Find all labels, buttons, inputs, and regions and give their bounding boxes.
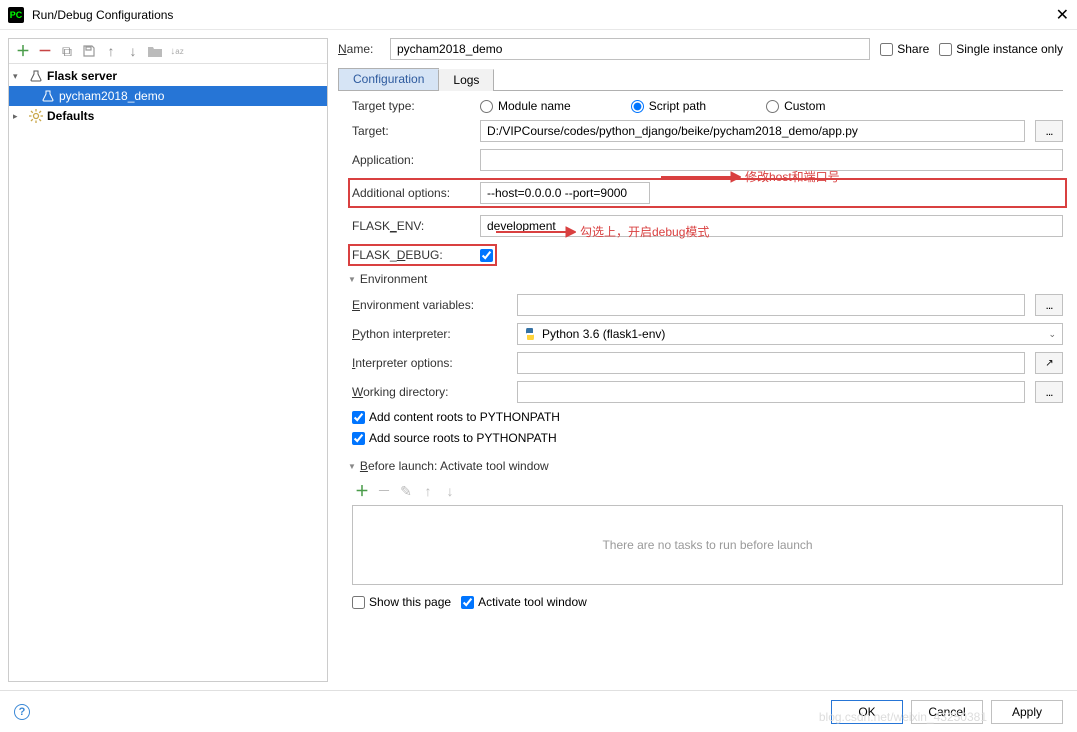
application-label: Application:: [352, 153, 470, 167]
remove-task-icon: －: [376, 483, 392, 499]
config-tree: ▾ Flask server pycham2018_demo ▸ Default…: [9, 64, 327, 681]
chevron-down-icon: ⌄: [1048, 329, 1056, 340]
flask-debug-label: FLASK_DEBUG:: [352, 248, 470, 262]
add-content-roots-checkbox[interactable]: Add content roots to PYTHONPATH: [352, 410, 560, 424]
apply-button[interactable]: Apply: [991, 700, 1063, 724]
tree-node-defaults[interactable]: ▸ Defaults: [9, 106, 327, 126]
show-this-page-checkbox[interactable]: Show this page: [352, 595, 451, 609]
tree-toolbar: ＋ － ⧉ ↑ ↓ ↓az: [9, 39, 327, 64]
radio-custom[interactable]: Custom: [766, 99, 825, 113]
window-title: Run/Debug Configurations: [32, 8, 1056, 22]
python-icon: [524, 328, 536, 340]
close-icon[interactable]: ✕: [1056, 5, 1069, 25]
collapse-icon[interactable]: ▾: [13, 71, 25, 82]
env-vars-input[interactable]: [517, 294, 1025, 316]
help-icon[interactable]: ?: [14, 704, 30, 720]
target-label: Target:: [352, 124, 470, 138]
tab-bar: Configuration Logs: [338, 68, 1063, 91]
tree-node-flask-server[interactable]: ▾ Flask server: [9, 66, 327, 86]
collapse-icon: ▼: [348, 275, 356, 284]
activate-tool-window-checkbox[interactable]: Activate tool window: [461, 595, 587, 609]
before-launch-toolbar: ＋ － ✎ ↑ ↓: [352, 481, 1063, 505]
tree-label: Defaults: [47, 109, 94, 123]
single-instance-checkbox[interactable]: Single instance only: [939, 42, 1063, 56]
annotation-host-port: 修改host和端口号: [661, 168, 840, 185]
flask-icon: [41, 90, 55, 102]
python-interpreter-combo[interactable]: Python 3.6 (flask1-env) ⌄: [517, 323, 1063, 345]
expand-icon[interactable]: ▸: [13, 111, 25, 122]
py-interp-label: Python interpreter:: [352, 327, 507, 341]
annotation-debug-mode: 勾选上，开启debug模式: [496, 223, 709, 240]
save-config-icon[interactable]: [81, 43, 97, 59]
before-launch-section-header[interactable]: ▼ Before launch: Activate tool window: [348, 459, 1063, 473]
tree-label: Flask server: [47, 69, 117, 83]
remove-config-icon[interactable]: －: [37, 43, 53, 59]
dialog-footer: ? blog.csdn.net/weixin_43250381 OK Cance…: [0, 690, 1077, 732]
before-launch-tasks-list: There are no tasks to run before launch: [352, 505, 1063, 585]
flask-debug-checkbox[interactable]: [480, 249, 493, 262]
workdir-input[interactable]: [517, 381, 1025, 403]
cancel-button[interactable]: Cancel: [911, 700, 983, 724]
move-up-icon[interactable]: ↑: [103, 43, 119, 59]
move-task-up-icon: ↑: [420, 483, 436, 499]
additional-options-input[interactable]: [480, 182, 650, 204]
gear-icon: [29, 109, 43, 123]
name-input[interactable]: [390, 38, 870, 60]
additional-options-label: Additional options:: [352, 186, 470, 200]
no-tasks-text: There are no tasks to run before launch: [602, 538, 812, 552]
edit-task-icon: ✎: [398, 483, 414, 499]
interp-opts-input[interactable]: [517, 352, 1025, 374]
configurations-tree-panel: ＋ － ⧉ ↑ ↓ ↓az ▾ Flask server: [8, 38, 328, 682]
radio-module-name[interactable]: Module name: [480, 99, 571, 113]
workdir-label: Working directory:: [352, 385, 507, 399]
interp-opts-label: Interpreter options:: [352, 356, 507, 370]
flask-icon: [29, 70, 43, 82]
share-checkbox[interactable]: Share: [880, 42, 929, 56]
highlight-flask-debug: FLASK_DEBUG:: [348, 244, 497, 266]
tree-node-config[interactable]: pycham2018_demo: [9, 86, 327, 106]
target-type-label: Target type:: [352, 99, 470, 113]
radio-script-path[interactable]: Script path: [631, 99, 706, 113]
target-input[interactable]: [480, 120, 1025, 142]
collapse-icon: ▼: [348, 462, 356, 471]
sort-icon[interactable]: ↓az: [169, 43, 185, 59]
tab-logs[interactable]: Logs: [438, 69, 494, 91]
tree-label: pycham2018_demo: [59, 89, 164, 103]
move-task-down-icon: ↓: [442, 483, 458, 499]
ok-button[interactable]: OK: [831, 700, 903, 724]
environment-section-header[interactable]: ▼ Environment: [348, 272, 1063, 286]
config-form: Name: Share Single instance only Configu…: [336, 30, 1077, 690]
browse-target-button[interactable]: ...: [1035, 120, 1063, 142]
flask-env-label: FLASK_ENV:: [352, 219, 470, 233]
copy-config-icon[interactable]: ⧉: [59, 43, 75, 59]
browse-workdir-button[interactable]: ...: [1035, 381, 1063, 403]
expand-interp-opts-button[interactable]: ↗: [1035, 352, 1063, 374]
env-vars-label: Environment variables:: [352, 298, 507, 312]
add-source-roots-checkbox[interactable]: Add source roots to PYTHONPATH: [352, 431, 557, 445]
folder-icon[interactable]: [147, 43, 163, 59]
add-config-icon[interactable]: ＋: [15, 43, 31, 59]
browse-env-vars-button[interactable]: ...: [1035, 294, 1063, 316]
add-task-icon[interactable]: ＋: [354, 483, 370, 499]
name-label: Name:: [338, 42, 380, 56]
tab-configuration[interactable]: Configuration: [338, 68, 439, 90]
pycharm-app-icon: PC: [8, 7, 24, 23]
move-down-icon[interactable]: ↓: [125, 43, 141, 59]
